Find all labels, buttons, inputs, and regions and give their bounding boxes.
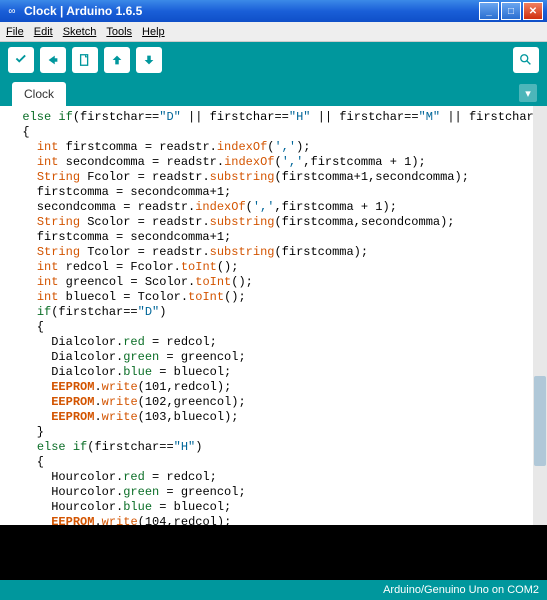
- code-line: String Fcolor = readstr.substring(firstc…: [8, 170, 533, 185]
- serial-monitor-button[interactable]: [513, 47, 539, 73]
- editor-area: else if(firstchar=="D" || firstchar=="H"…: [0, 106, 547, 525]
- window-title: Clock | Arduino 1.6.5: [24, 4, 479, 18]
- code-line: Dialcolor.blue = bluecol;: [8, 365, 533, 380]
- menu-tools[interactable]: Tools: [106, 26, 132, 38]
- minimize-button[interactable]: _: [479, 2, 499, 20]
- tab-clock[interactable]: Clock: [12, 82, 66, 106]
- scroll-thumb[interactable]: [534, 376, 546, 466]
- code-line: Dialcolor.red = redcol;: [8, 335, 533, 350]
- code-line: int redcol = Fcolor.toInt();: [8, 260, 533, 275]
- code-line: EEPROM.write(101,redcol);: [8, 380, 533, 395]
- code-line: Hourcolor.blue = bluecol;: [8, 500, 533, 515]
- code-line: else if(firstchar=="D" || firstchar=="H"…: [8, 110, 533, 125]
- app-icon: ∞: [4, 3, 20, 19]
- maximize-button[interactable]: □: [501, 2, 521, 20]
- code-line: int secondcomma = readstr.indexOf(',',fi…: [8, 155, 533, 170]
- code-line: {: [8, 455, 533, 470]
- menu-edit[interactable]: Edit: [34, 26, 53, 38]
- code-line: EEPROM.write(104,redcol);: [8, 515, 533, 525]
- code-line: firstcomma = secondcomma+1;: [8, 230, 533, 245]
- code-line: Hourcolor.green = greencol;: [8, 485, 533, 500]
- code-line: int firstcomma = readstr.indexOf(',');: [8, 140, 533, 155]
- verify-button[interactable]: [8, 47, 34, 73]
- code-line: else if(firstchar=="H"): [8, 440, 533, 455]
- code-editor[interactable]: else if(firstchar=="D" || firstchar=="H"…: [0, 106, 533, 525]
- statusbar: Arduino/Genuino Uno on COM2: [0, 580, 547, 600]
- menubar: File Edit Sketch Tools Help: [0, 22, 547, 42]
- tabbar: Clock ▾: [0, 78, 547, 106]
- code-line: if(firstchar=="D"): [8, 305, 533, 320]
- open-button[interactable]: [104, 47, 130, 73]
- board-port-status: Arduino/Genuino Uno on COM2: [383, 584, 539, 596]
- window-controls: _ □ ✕: [479, 2, 543, 20]
- tab-menu-button[interactable]: ▾: [519, 84, 537, 102]
- code-line: {: [8, 125, 533, 140]
- upload-button[interactable]: [40, 47, 66, 73]
- console-output[interactable]: [0, 525, 547, 580]
- code-line: String Tcolor = readstr.substring(firstc…: [8, 245, 533, 260]
- toolbar: [0, 42, 547, 78]
- new-button[interactable]: [72, 47, 98, 73]
- code-line: Hourcolor.red = redcol;: [8, 470, 533, 485]
- code-line: EEPROM.write(102,greencol);: [8, 395, 533, 410]
- code-line: String Scolor = readstr.substring(firstc…: [8, 215, 533, 230]
- code-line: {: [8, 320, 533, 335]
- menu-help[interactable]: Help: [142, 26, 165, 38]
- code-line: int bluecol = Tcolor.toInt();: [8, 290, 533, 305]
- save-button[interactable]: [136, 47, 162, 73]
- code-line: }: [8, 425, 533, 440]
- code-line: secondcomma = readstr.indexOf(',',firstc…: [8, 200, 533, 215]
- code-line: firstcomma = secondcomma+1;: [8, 185, 533, 200]
- titlebar[interactable]: ∞ Clock | Arduino 1.6.5 _ □ ✕: [0, 0, 547, 22]
- code-line: Dialcolor.green = greencol;: [8, 350, 533, 365]
- close-button[interactable]: ✕: [523, 2, 543, 20]
- menu-file[interactable]: File: [6, 26, 24, 38]
- code-line: int greencol = Scolor.toInt();: [8, 275, 533, 290]
- code-line: EEPROM.write(103,bluecol);: [8, 410, 533, 425]
- vertical-scrollbar[interactable]: [533, 106, 547, 525]
- menu-sketch[interactable]: Sketch: [63, 26, 97, 38]
